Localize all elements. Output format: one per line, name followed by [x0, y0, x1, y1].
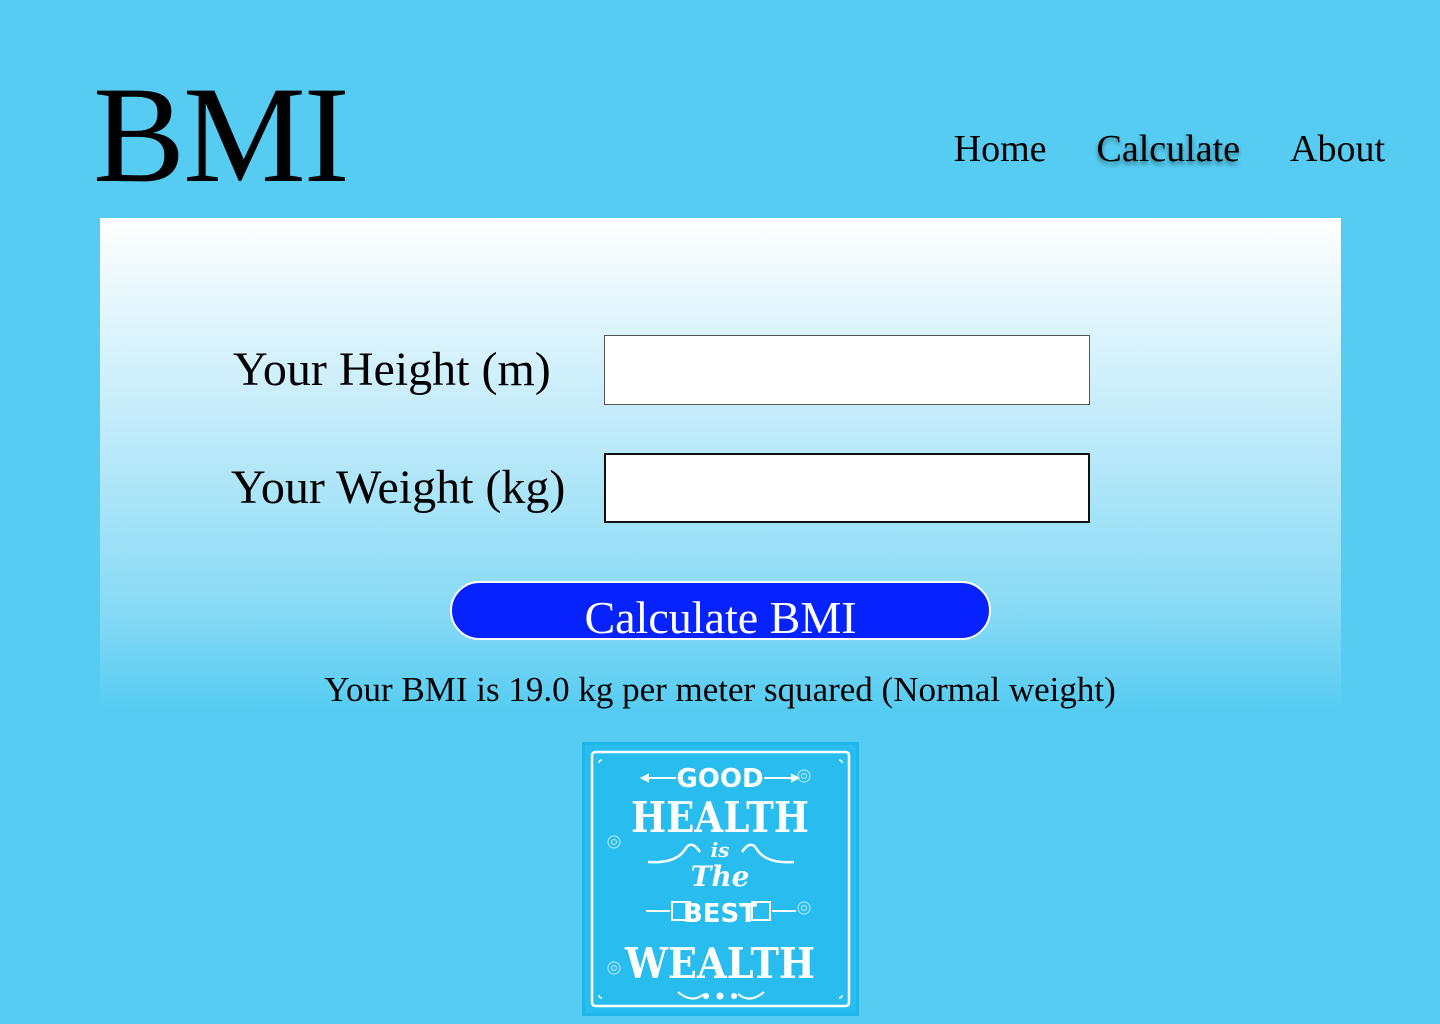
calculate-bmi-button[interactable]: Calculate BMI: [450, 581, 991, 640]
site-logo: BMI: [93, 58, 350, 211]
weight-label: Your Weight (kg): [231, 461, 566, 514]
poster-line-wealth: WEALTH: [624, 939, 815, 988]
height-input[interactable]: [604, 335, 1090, 405]
poster-line-the: The: [690, 860, 749, 893]
poster-line-health: HEALTH: [631, 793, 809, 842]
poster-line-is: is: [711, 838, 730, 862]
nav-home[interactable]: Home: [954, 130, 1047, 168]
poster-line-good: GOOD: [676, 764, 763, 794]
main-nav: Home Calculate About: [954, 130, 1385, 168]
page: BMI Home Calculate About Your Height (m)…: [0, 0, 1440, 1024]
nav-calculate[interactable]: Calculate: [1097, 130, 1240, 168]
good-health-poster-image: GOOD HEALTH is The BEST WEALTH: [582, 742, 859, 1016]
bmi-result-text: Your BMI is 19.0 kg per meter squared (N…: [324, 670, 1116, 709]
nav-about[interactable]: About: [1290, 130, 1385, 168]
height-label: Your Height (m): [233, 343, 551, 396]
poster-line-best: BEST: [683, 899, 757, 929]
bmi-form-card: Your Height (m) Your Weight (kg) Calcula…: [100, 218, 1341, 710]
weight-input[interactable]: [604, 453, 1090, 523]
